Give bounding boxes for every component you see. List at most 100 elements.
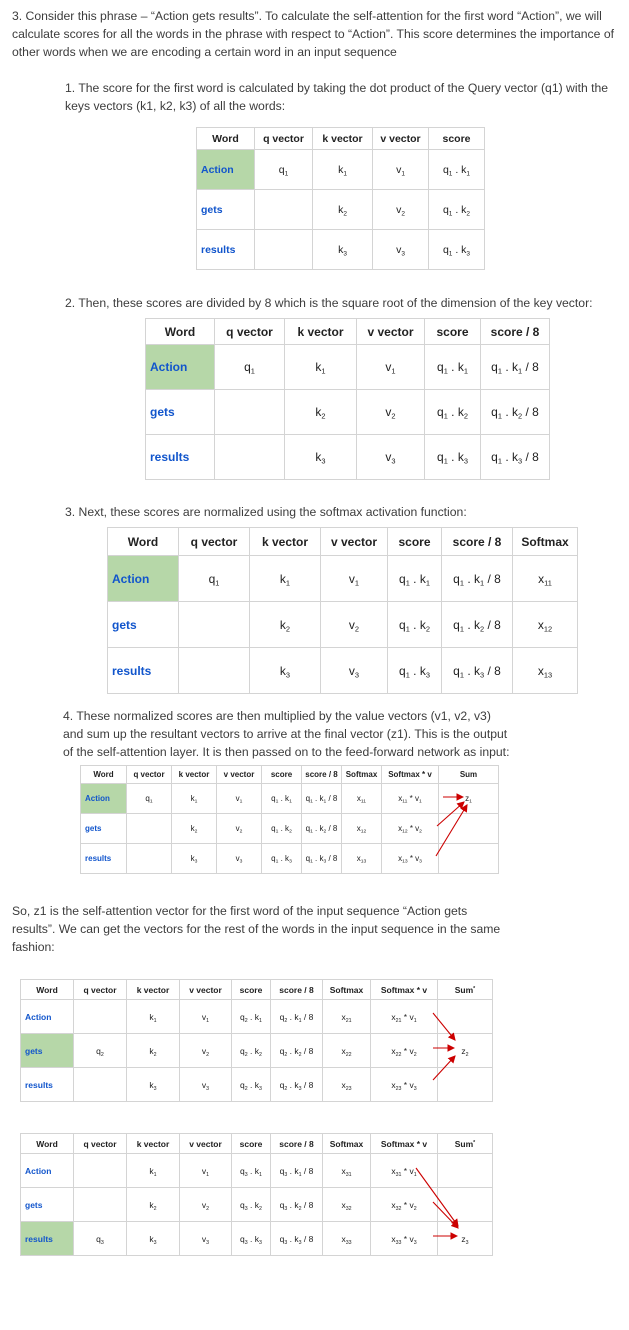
table-cell (126, 813, 172, 844)
table-cell: v3 (320, 647, 388, 694)
scaled-score-table: Word q vector k vector v vector score score /… (145, 318, 550, 480)
word-cell: Action (20, 999, 74, 1034)
table-row: results k3 v3 q2 . k3 q2 . k3 / 8 x23 x23 * v3 (20, 1067, 493, 1102)
table-cell: v3 (179, 1221, 232, 1256)
column-header: k vector (126, 1133, 180, 1154)
column-header: Softmax * v (381, 765, 439, 784)
step3-paragraph: 3. Next, these scores are normalized usi… (65, 505, 467, 519)
table-cell: z1 (438, 783, 499, 814)
table-cell (73, 1187, 127, 1222)
column-header: score / 8 (270, 1133, 323, 1154)
word-cell: gets (20, 1033, 74, 1068)
table-cell: x11 (341, 783, 382, 814)
column-header: v vector (372, 127, 429, 150)
table-cell: q1 . k3 (424, 434, 481, 480)
word-cell: gets (145, 389, 215, 435)
table-cell: k1 (171, 783, 217, 814)
step2-paragraph: 2. Then, these scores are divided by 8 w… (65, 296, 593, 310)
table-row: gets k2 v2 q1 . k2 q1 . k2 / 8 x12 (107, 601, 578, 648)
table-cell: v1 (356, 344, 425, 390)
table-cell: q1 . k2 / 8 (301, 813, 342, 844)
table-cell: k1 (126, 1153, 180, 1188)
table-cell: x21 * v1 (370, 999, 438, 1034)
table-cell: v3 (216, 843, 262, 874)
table-cell: v1 (179, 1153, 232, 1188)
table-header-row: Word q vector k vector v vector score (196, 127, 485, 150)
table-cell: x11 (512, 555, 578, 602)
table-cell: x22 * v2 (370, 1033, 438, 1068)
table-cell: x21 (322, 999, 371, 1034)
table-cell: v2 (179, 1033, 232, 1068)
word-cell: Action (20, 1153, 74, 1188)
word-cell: results (196, 229, 255, 270)
table-cell: q2 . k3 / 8 (270, 1067, 323, 1102)
column-header: Word (145, 318, 215, 345)
word-cell: Action (145, 344, 215, 390)
column-header: q vector (178, 527, 250, 556)
table-cell: q1 . k3 / 8 (480, 434, 550, 480)
word-cell: results (145, 434, 215, 480)
column-header: score / 8 (301, 765, 342, 784)
score-table: Word q vector k vector v vector score Action q… (196, 127, 485, 270)
column-header: Softmax * v (370, 1133, 438, 1154)
table-cell: q1 . k1 / 8 (301, 783, 342, 814)
table-cell: q3 . k3 (231, 1221, 271, 1256)
table-cell: k3 (171, 843, 217, 874)
column-header: v vector (320, 527, 388, 556)
table-cell (438, 813, 499, 844)
table-cell: x31 (322, 1153, 371, 1188)
table-cell: x11 * v1 (381, 783, 439, 814)
table-cell (437, 999, 493, 1034)
table-row: Action q1 k1 v1 q1 . k1 q1 . k1 / 8 (145, 344, 550, 390)
table-cell (437, 1153, 493, 1188)
table-cell: v1 (372, 149, 429, 190)
table-cell: k3 (249, 647, 321, 694)
table-cell: v1 (179, 999, 232, 1034)
table-cell: q2 . k1 / 8 (270, 999, 323, 1034)
column-header: Softmax * v (370, 979, 438, 1000)
table-cell (178, 601, 250, 648)
table-cell: q1 . k3 (387, 647, 442, 694)
table-cell: x22 (322, 1033, 371, 1068)
table-cell: q1 (126, 783, 172, 814)
table-row: gets k2 v2 q1 . k2 (196, 189, 485, 230)
softmax-table: Word q vector k vector v vector score score /… (107, 527, 578, 694)
column-header: Word (20, 979, 74, 1000)
column-header: score / 8 (441, 527, 513, 556)
intro-paragraph: 3. Consider this phrase – “Action gets r… (12, 9, 614, 59)
column-header: Sum (438, 765, 499, 784)
table-row: Action q1 k1 v1 q1 . k1 q1 . k1 / 8 x11 x11 * v… (80, 783, 499, 814)
table-cell: q1 . k3 (428, 229, 485, 270)
table-cell: k2 (249, 601, 321, 648)
table-cell (178, 647, 250, 694)
table-cell: q3 . k1 / 8 (270, 1153, 323, 1188)
table-row: results k3 v3 q1 . k3 q1 . k3 / 8 x13 x13 * v3 (80, 843, 499, 874)
table-cell: q3 . k2 (231, 1187, 271, 1222)
column-header: score (428, 127, 485, 150)
table-cell: k1 (126, 999, 180, 1034)
column-header: Softmax (322, 1133, 371, 1154)
table-row: gets k2 v2 q1 . k2 q1 . k2 / 8 x12 x12 * v2 (80, 813, 499, 844)
column-header: q vector (73, 1133, 127, 1154)
table-cell: q1 (254, 149, 313, 190)
column-header: score (387, 527, 442, 556)
table-cell (437, 1067, 493, 1102)
table-row: results q3 k3 v3 q3 . k3 q3 . k3 / 8 x33 x33 * … (20, 1221, 493, 1256)
word-cell: results (20, 1067, 74, 1102)
word-cell: Action (196, 149, 255, 190)
table-cell: x23 (322, 1067, 371, 1102)
table-row: gets k2 v2 q3 . k2 q3 . k2 / 8 x32 x32 * v2 (20, 1187, 493, 1222)
column-header: score (424, 318, 481, 345)
table-cell: x12 (512, 601, 578, 648)
word-cell: Action (80, 783, 127, 814)
table-cell: q1 . k2 (387, 601, 442, 648)
column-header: score / 8 (480, 318, 550, 345)
table-row: results k3 v3 q1 . k3 (196, 229, 485, 270)
table-cell: q1 . k2 (428, 189, 485, 230)
table-row: gets q2 k2 v2 q2 . k2 q2 . k2 / 8 x22 x22 * v2 z… (20, 1033, 493, 1068)
table-cell (214, 389, 285, 435)
table-cell: v2 (179, 1187, 232, 1222)
table-cell: q2 . k2 (231, 1033, 271, 1068)
table-cell: x12 (341, 813, 382, 844)
column-header: Sum* (437, 979, 493, 1000)
